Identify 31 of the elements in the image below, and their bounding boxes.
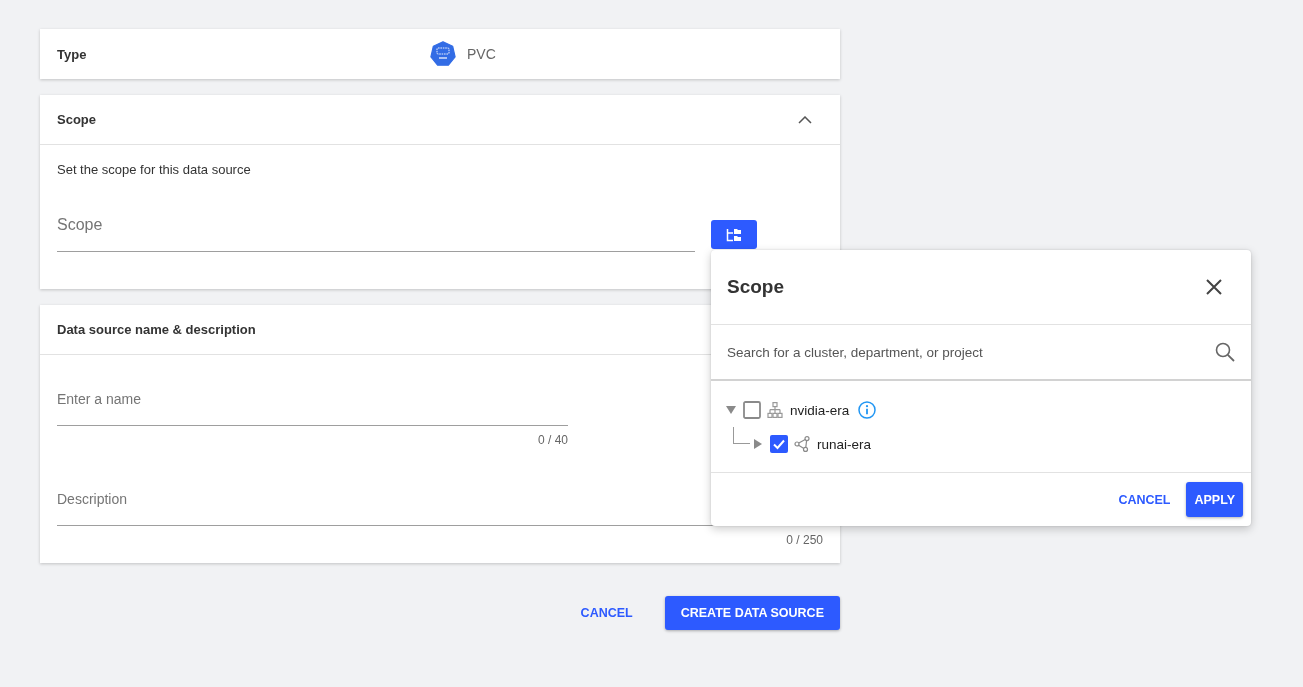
type-label: Type: [57, 46, 87, 62]
info-icon[interactable]: [858, 401, 877, 419]
search-field[interactable]: Search for a cluster, department, or project: [727, 340, 1207, 364]
card-title: Scope: [57, 112, 96, 127]
character-counter: 0 / 250: [786, 532, 823, 548]
create-button[interactable]: CREATE DATA SOURCE: [664, 596, 840, 630]
connected-nodes-icon: [794, 436, 810, 452]
checkbox[interactable]: [743, 401, 761, 419]
apply-button[interactable]: APPLY: [1186, 482, 1243, 517]
popover-title: Scope: [727, 276, 785, 298]
close-icon[interactable]: [1206, 279, 1222, 295]
type-value: PVC: [467, 46, 496, 62]
scope-input-field[interactable]: Scope: [57, 212, 695, 252]
hierarchy-icon: [726, 227, 742, 242]
caret-down-icon[interactable]: [726, 406, 736, 414]
section-description: Set the scope for this data source: [57, 162, 251, 178]
tree-connector: [733, 427, 750, 444]
character-counter: 0 / 40: [537, 432, 568, 448]
name-input-field[interactable]: Enter a name: [57, 386, 568, 426]
hierarchy-icon: [767, 402, 783, 418]
scope-tree-button[interactable]: [711, 220, 757, 249]
tree-item-label[interactable]: runai-era: [817, 436, 872, 452]
card-title: Data source name & description: [57, 322, 256, 337]
chevron-up-icon[interactable]: [798, 115, 812, 124]
cancel-button[interactable]: CANCEL: [1110, 482, 1179, 517]
cancel-button[interactable]: CANCEL: [572, 596, 641, 630]
caret-right-icon[interactable]: [754, 439, 762, 449]
volume-heptagon-icon: [430, 41, 456, 67]
tree-item-label[interactable]: nvidia-era: [790, 402, 850, 418]
checkbox[interactable]: [770, 435, 788, 453]
search-icon[interactable]: [1215, 342, 1235, 362]
